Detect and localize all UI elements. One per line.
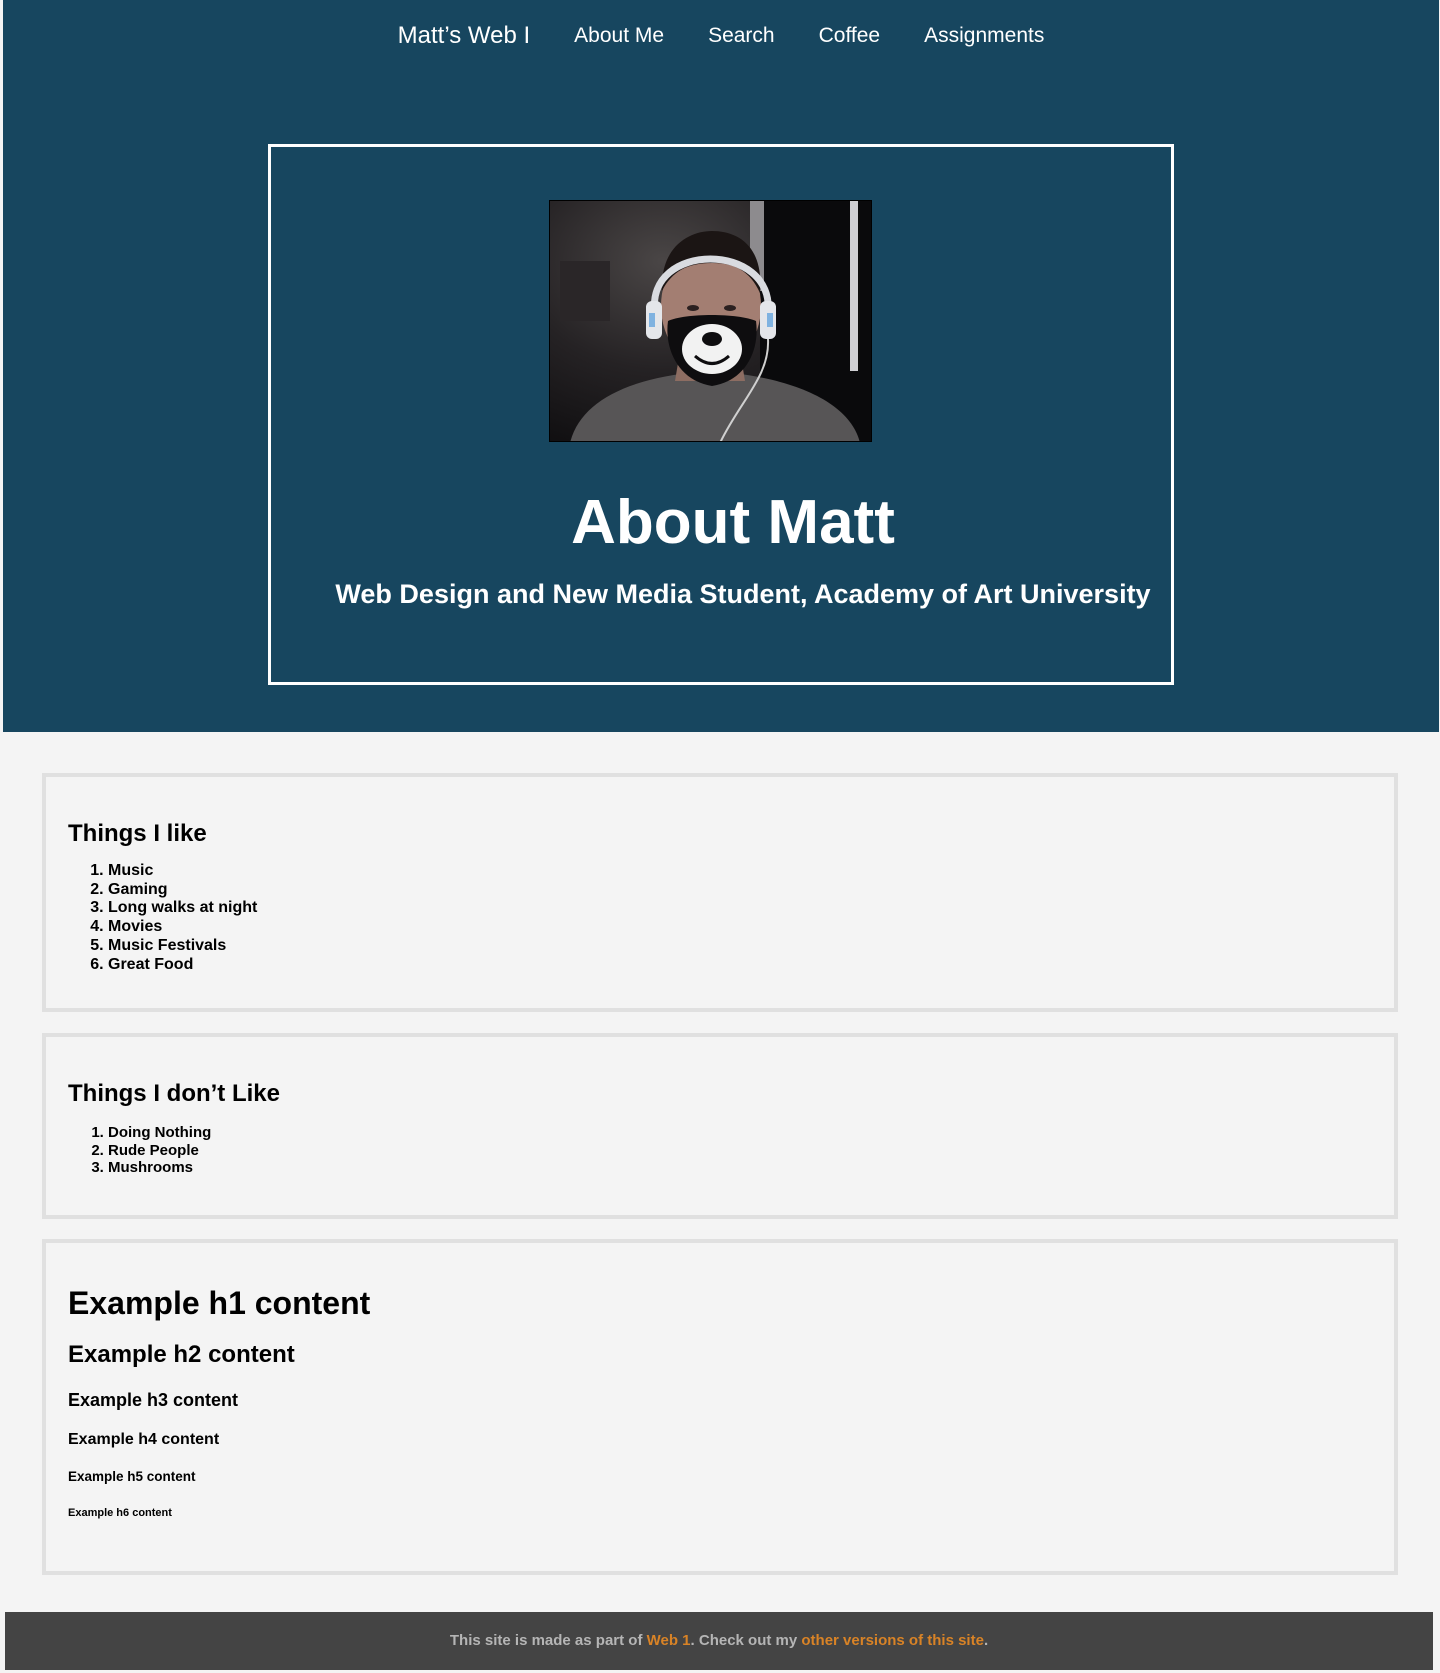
page-subtitle: Web Design and New Media Student, Academ… — [335, 579, 1151, 609]
profile-photo-illustration — [550, 201, 871, 441]
list-item: Music — [108, 862, 1394, 881]
footer-text-after: . — [983, 1632, 989, 1649]
example-h3: Example h3 content — [68, 1390, 239, 1410]
list-item: Music Festivals — [108, 937, 1394, 956]
likes-heading: Things I like — [68, 820, 207, 847]
nav-link-search[interactable]: Search — [708, 24, 775, 48]
page-footer: This site is made as part of Web 1. Chec… — [5, 1612, 1433, 1670]
site-brand-text: Matt’s Web I — [397, 22, 531, 49]
example-h2: Example h2 content — [68, 1341, 295, 1368]
nav-link-assignments[interactable]: Assignments — [924, 24, 1044, 48]
list-item: Movies — [108, 918, 1394, 937]
profile-photo — [549, 200, 872, 442]
likes-card: Things I like Music Gaming Long walks at… — [42, 773, 1398, 1012]
example-h4: Example h4 content — [68, 1431, 220, 1448]
example-h5: Example h5 content — [68, 1469, 196, 1484]
list-item: Gaming — [108, 881, 1394, 900]
footer-link-web1[interactable]: Web 1 — [647, 1632, 691, 1649]
footer-text-middle: . Check out my — [690, 1632, 802, 1649]
list-item: Rude People — [108, 1142, 1394, 1160]
list-item: Great Food — [108, 956, 1394, 975]
hero-box: About Matt Web Design and New Media Stud… — [268, 144, 1174, 685]
nav-link-coffee[interactable]: Coffee — [819, 24, 881, 48]
dislikes-heading: Things I don’t Like — [68, 1080, 280, 1107]
top-nav: Matt’s Web I About Me Search Coffee Assi… — [3, 18, 1439, 54]
example-h6: Example h6 content — [68, 1506, 172, 1519]
hero-section: Matt’s Web I About Me Search Coffee Assi… — [3, 0, 1439, 732]
dislikes-list: Doing Nothing Rude People Mushrooms — [68, 1124, 1394, 1177]
nav-link-about-me[interactable]: About Me — [574, 24, 664, 48]
list-item: Mushrooms — [108, 1159, 1394, 1177]
dislikes-card: Things I don’t Like Doing Nothing Rude P… — [42, 1033, 1398, 1219]
list-item: Doing Nothing — [108, 1124, 1394, 1142]
footer-text-before: This site is made as part of — [449, 1632, 647, 1649]
headings-demo-card: Example h1 content Example h2 content Ex… — [42, 1239, 1398, 1575]
page-title: About Matt — [571, 488, 895, 557]
site-brand[interactable]: Matt’s Web I — [398, 22, 531, 50]
list-item: Long walks at night — [108, 899, 1394, 918]
example-h1: Example h1 content — [68, 1285, 371, 1321]
footer-link-other-versions[interactable]: other versions of this site — [801, 1632, 984, 1649]
likes-list: Music Gaming Long walks at night Movies … — [68, 862, 1394, 974]
